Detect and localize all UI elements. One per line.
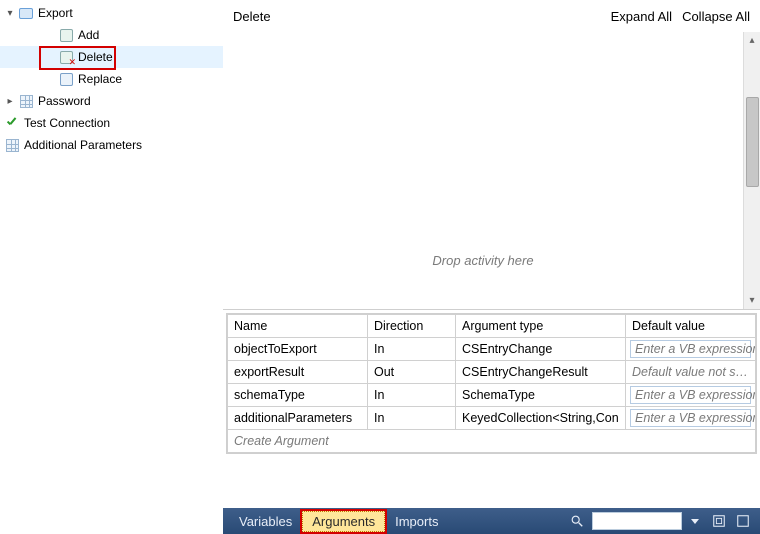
overview-icon[interactable] — [708, 511, 730, 531]
argument-name-cell[interactable]: additionalParameters — [228, 407, 368, 430]
check-icon — [4, 115, 20, 131]
argument-direction-cell[interactable]: Out — [368, 361, 456, 384]
chevron-down-icon[interactable]: ▾ — [4, 7, 16, 19]
replace-icon — [58, 71, 74, 87]
tree-item-label: Password — [38, 90, 91, 112]
table-row[interactable]: objectToExport In CSEntryChange Enter a … — [228, 338, 756, 361]
breadcrumb[interactable]: Delete — [233, 9, 271, 24]
vertical-scrollbar[interactable]: ▴ ▾ — [743, 32, 760, 309]
argument-default-cell[interactable]: Enter a VB expression — [626, 407, 756, 430]
vb-expression-input[interactable]: Enter a VB expression — [630, 386, 751, 404]
create-argument-row[interactable]: Create Argument — [228, 430, 756, 453]
designer-toolbar: Delete Expand All Collapse All — [223, 0, 760, 32]
table-row[interactable]: additionalParameters In KeyedCollection<… — [228, 407, 756, 430]
tree-item-label: Export — [38, 2, 73, 24]
tree-item-label: Delete — [78, 46, 113, 68]
table-header-row: Name Direction Argument type Default val… — [228, 315, 756, 338]
tree-item-label: Additional Parameters — [24, 134, 142, 156]
argument-default-cell[interactable]: Enter a VB expression — [626, 338, 756, 361]
tab-imports[interactable]: Imports — [385, 511, 448, 532]
arguments-table: Name Direction Argument type Default val… — [227, 314, 756, 453]
column-header-direction[interactable]: Direction — [368, 315, 456, 338]
scroll-down-icon[interactable]: ▾ — [745, 292, 760, 309]
navigation-tree: ▾ Export Add Delete Replace ▸ Password T… — [0, 0, 223, 534]
search-icon[interactable] — [566, 511, 588, 531]
chevron-right-icon[interactable]: ▸ — [4, 95, 16, 107]
tree-item-password[interactable]: ▸ Password — [0, 90, 223, 112]
folder-icon — [18, 5, 34, 21]
tree-item-label: Replace — [78, 68, 122, 90]
tree-item-export[interactable]: ▾ Export — [0, 2, 223, 24]
tree-item-label: Add — [78, 24, 99, 46]
argument-default-cell[interactable]: Enter a VB expression — [626, 384, 756, 407]
scroll-track[interactable] — [745, 49, 760, 292]
column-header-default-value[interactable]: Default value — [626, 315, 756, 338]
table-row[interactable]: exportResult Out CSEntryChangeResult Def… — [228, 361, 756, 384]
search-input[interactable] — [592, 512, 682, 530]
table-row[interactable]: schemaType In SchemaType Enter a VB expr… — [228, 384, 756, 407]
tree-item-delete[interactable]: Delete — [0, 46, 223, 68]
argument-direction-cell[interactable]: In — [368, 338, 456, 361]
scroll-thumb[interactable] — [746, 97, 759, 187]
parameters-icon — [4, 137, 20, 153]
expand-all-button[interactable]: Expand All — [611, 9, 672, 24]
password-icon — [18, 93, 34, 109]
tab-arguments[interactable]: Arguments — [302, 511, 385, 532]
argument-direction-cell[interactable]: In — [368, 407, 456, 430]
argument-name-cell[interactable]: objectToExport — [228, 338, 368, 361]
argument-type-cell[interactable]: CSEntryChangeResult — [456, 361, 626, 384]
create-argument-label[interactable]: Create Argument — [228, 430, 756, 453]
argument-name-cell[interactable]: exportResult — [228, 361, 368, 384]
main-area: Delete Expand All Collapse All Drop acti… — [223, 0, 760, 534]
column-header-name[interactable]: Name — [228, 315, 368, 338]
argument-type-cell[interactable]: KeyedCollection<String,Con — [456, 407, 626, 430]
column-header-argument-type[interactable]: Argument type — [456, 315, 626, 338]
delete-icon — [58, 49, 74, 65]
fit-to-screen-icon[interactable] — [732, 511, 754, 531]
arguments-panel: Name Direction Argument type Default val… — [223, 310, 760, 457]
bottom-tab-bar: Variables Arguments Imports — [223, 508, 760, 534]
tree-item-replace[interactable]: Replace — [0, 68, 223, 90]
vb-expression-input[interactable]: Enter a VB expression — [630, 409, 751, 427]
argument-name-cell[interactable]: schemaType — [228, 384, 368, 407]
collapse-all-button[interactable]: Collapse All — [682, 9, 750, 24]
designer-canvas[interactable]: Drop activity here — [223, 32, 743, 309]
tree-item-test-connection[interactable]: Test Connection — [0, 112, 223, 134]
drop-hint: Drop activity here — [432, 253, 533, 268]
add-icon — [58, 27, 74, 43]
argument-direction-cell[interactable]: In — [368, 384, 456, 407]
vb-expression-input[interactable]: Enter a VB expression — [630, 340, 751, 358]
argument-default-cell[interactable]: Default value not suppo — [626, 361, 756, 384]
dropdown-icon[interactable] — [684, 511, 706, 531]
scroll-up-icon[interactable]: ▴ — [745, 32, 760, 49]
argument-type-cell[interactable]: SchemaType — [456, 384, 626, 407]
tree-item-label: Test Connection — [24, 112, 110, 134]
tab-variables[interactable]: Variables — [229, 511, 302, 532]
tree-item-additional-parameters[interactable]: Additional Parameters — [0, 134, 223, 156]
argument-type-cell[interactable]: CSEntryChange — [456, 338, 626, 361]
tree-item-add[interactable]: Add — [0, 24, 223, 46]
